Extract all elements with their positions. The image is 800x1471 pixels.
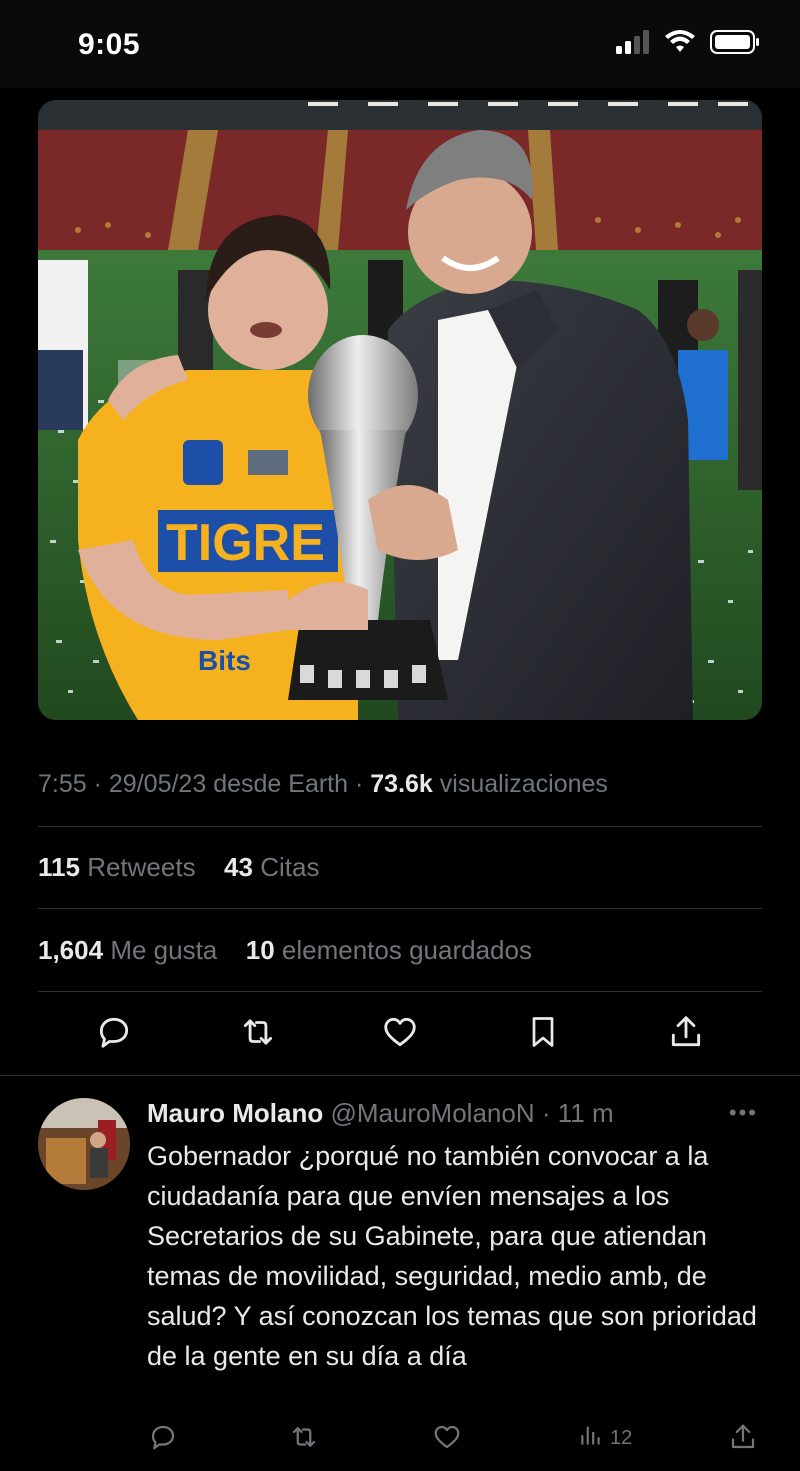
tweet-date: 29/05/23 [108, 770, 207, 798]
reply-text: Gobernador ¿porqué no también convocar a… [147, 1141, 757, 1371]
reply-author-handle[interactable]: @MauroMolanoN [330, 1098, 534, 1128]
reply-author-name[interactable]: Mauro Molano [147, 1098, 323, 1128]
jersey-text: TIGRE [166, 514, 325, 572]
meta-dot: · [354, 770, 371, 798]
tweet-source-prefix: desde [213, 770, 282, 798]
like-icon[interactable] [432, 1422, 462, 1452]
divider [38, 991, 762, 992]
reply-views-count: 12 [610, 1426, 633, 1449]
reply-action-bar: 12 [0, 1422, 800, 1462]
views-icon [578, 1422, 604, 1454]
reply-icon[interactable] [148, 1422, 178, 1452]
views-count[interactable]: 73.6k [370, 770, 433, 798]
tweet-time: 7:55 [38, 770, 87, 798]
tweet-action-bar [0, 1010, 800, 1060]
status-bar: 9:05 [0, 0, 800, 88]
retweets-count[interactable]: 115 [38, 852, 80, 882]
signal-icon [616, 30, 650, 59]
likes-stats-row: 1,604 Me gusta 10 elementos guardados [38, 935, 532, 966]
views-button[interactable]: 12 [578, 1422, 632, 1454]
more-options-icon[interactable]: ••• [729, 1100, 758, 1126]
tweet-photo[interactable]: TIGRE Bits [38, 100, 762, 720]
wifi-icon [664, 30, 696, 59]
bookmarks-label[interactable]: elementos guardados [282, 935, 532, 965]
reply-age: 11 m [557, 1098, 614, 1128]
likes-count[interactable]: 1,604 [38, 935, 103, 965]
tweet-meta: 7:55 · 29/05/23 desde Earth · 73.6k visu… [38, 770, 608, 799]
like-icon[interactable] [378, 1010, 422, 1054]
reply-header: Mauro Molano @MauroMolanoN · 11 m [147, 1098, 614, 1129]
jersey-sponsor: Bits [198, 645, 251, 676]
views-label[interactable]: visualizaciones [440, 770, 608, 798]
avatar[interactable] [38, 1098, 130, 1190]
quotes-count[interactable]: 43 [224, 852, 253, 882]
retweet-stats-row: 115 Retweets 43 Citas [38, 852, 319, 883]
retweet-icon[interactable] [288, 1422, 320, 1452]
share-icon[interactable] [728, 1422, 758, 1452]
reply-icon[interactable] [92, 1010, 136, 1054]
share-icon[interactable] [664, 1010, 708, 1054]
divider [0, 1075, 800, 1076]
divider [38, 908, 762, 909]
bookmarks-count[interactable]: 10 [246, 935, 275, 965]
retweet-icon[interactable] [236, 1010, 280, 1054]
status-icons [616, 30, 760, 59]
bookmark-icon[interactable] [521, 1010, 565, 1054]
battery-icon [710, 30, 760, 59]
likes-label[interactable]: Me gusta [110, 935, 217, 965]
meta-dot: · [93, 770, 109, 798]
tweet-source: Earth [288, 770, 349, 798]
quotes-label[interactable]: Citas [260, 852, 319, 882]
divider [38, 826, 762, 827]
status-time: 9:05 [78, 28, 141, 61]
retweets-label[interactable]: Retweets [87, 852, 195, 882]
reply-tweet[interactable]: Mauro Molano @MauroMolanoN · 11 m ••• Go… [0, 1082, 800, 1471]
reply-separator: · [541, 1098, 551, 1128]
